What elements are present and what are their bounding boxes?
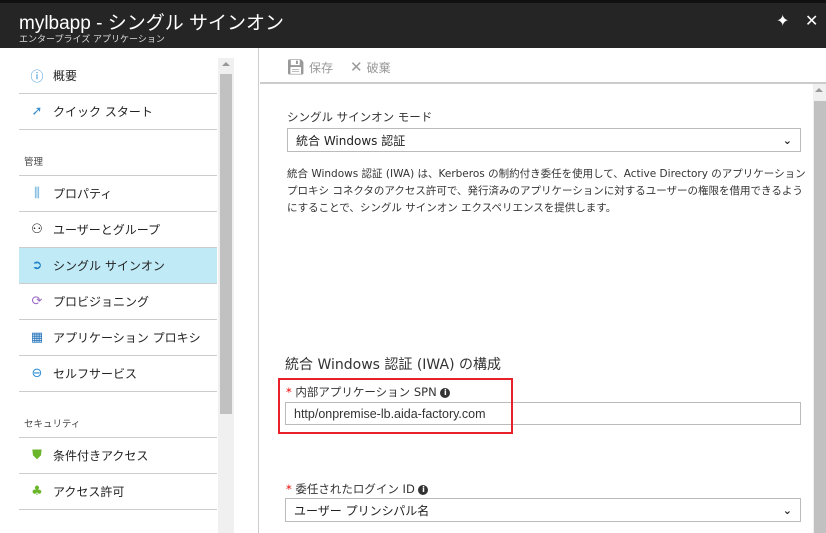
blade-title: mylbapp - シングル サインオン <box>19 13 284 34</box>
rocket-icon: ➚ <box>31 104 43 119</box>
sidebar-item-provisioning[interactable]: ⟳ プロビジョニング <box>19 284 217 320</box>
sidebar-item-quickstart[interactable]: ➚ クイック スタート <box>19 94 217 130</box>
sidebar-item-conditional-access[interactable]: ⛊ 条件付きアクセス <box>19 438 217 474</box>
sidebar-item-permissions[interactable]: ♣ アクセス許可 <box>19 474 217 510</box>
login-id-value: ユーザー プリンシパル名 <box>294 503 430 518</box>
sidebar-item-label: クイック スタート <box>53 105 153 119</box>
main-scrollbar[interactable] <box>813 84 826 533</box>
sidebar-item-self-service[interactable]: ⊖ セルフサービス <box>19 356 217 392</box>
users-icon: ⚇ <box>31 222 43 237</box>
save-label: 保存 <box>309 60 334 75</box>
group-heading-security: セキュリティ <box>24 419 81 430</box>
chevron-down-icon: ⌄ <box>782 133 792 147</box>
permissions-icon: ♣ <box>31 484 43 499</box>
sidebar-item-label: シングル サインオン <box>53 259 165 273</box>
discard-label: 破棄 <box>366 60 391 75</box>
sso-mode-value: 統合 Windows 認証 <box>296 133 406 148</box>
close-icon[interactable]: ✕ <box>805 11 818 30</box>
chevron-down-icon: ⌄ <box>782 503 792 517</box>
discard-icon: ✕ <box>350 58 363 76</box>
shield-icon: ⛊ <box>32 448 42 463</box>
sso-icon: ➲ <box>31 258 43 273</box>
highlight-box <box>278 378 513 434</box>
pin-icon[interactable]: ✦ <box>776 11 789 30</box>
sidebar-item-overview[interactable]: ⓘ 概要 <box>19 58 217 94</box>
sidebar-item-label: プロビジョニング <box>53 295 150 309</box>
sidebar-item-label: 概要 <box>53 69 78 83</box>
sidebar-item-label: 条件付きアクセス <box>53 449 149 463</box>
info-icon: ⓘ <box>30 70 44 85</box>
info-icon[interactable]: i <box>418 484 429 495</box>
login-id-label-text: 委任されたログイン ID <box>295 482 415 496</box>
sidebar-item-label: プロパティ <box>53 187 113 201</box>
properties-icon: ⫼ <box>34 186 40 201</box>
sso-mode-label: シングル サインオン モード <box>287 110 433 124</box>
login-id-label: * 委任されたログイン ID i <box>286 481 429 497</box>
sidebar-item-properties[interactable]: ⫼ プロパティ <box>19 176 217 212</box>
sidebar-item-sso[interactable]: ➲ シングル サインオン <box>19 248 217 284</box>
self-service-icon: ⊖ <box>31 366 43 381</box>
blade-header: mylbapp - シングル サインオン エンタープライズ アプリケーション ✦… <box>0 3 826 48</box>
sso-description: 統合 Windows 認証 (IWA) は、Kerberos の制約付き委任を使… <box>287 168 806 214</box>
toolbar: 💾︎ 保存 ✕ 破棄 <box>260 48 826 84</box>
scroll-up-arrow[interactable] <box>222 62 230 66</box>
provisioning-icon: ⟳ <box>31 294 43 309</box>
sidebar-scrollbar[interactable] <box>218 58 234 533</box>
save-button[interactable]: 💾︎ 保存 <box>286 58 333 76</box>
sidebar-item-users-groups[interactable]: ⚇ ユーザーとグループ <box>19 212 217 248</box>
scrollbar-thumb[interactable] <box>220 74 232 414</box>
sidebar-item-app-proxy[interactable]: ▦ アプリケーション プロキシ <box>19 320 217 356</box>
scrollbar-thumb[interactable] <box>814 101 826 533</box>
section-title: 統合 Windows 認証 (IWA) の構成 <box>285 357 502 373</box>
sidebar-item-label: ユーザーとグループ <box>53 223 161 237</box>
sidebar-item-label: アプリケーション プロキシ <box>53 331 201 345</box>
login-id-select[interactable]: ユーザー プリンシパル名 ⌄ <box>285 498 801 522</box>
scroll-up-arrow[interactable] <box>815 88 823 92</box>
sidebar-item-label: アクセス許可 <box>53 485 125 499</box>
app-proxy-icon: ▦ <box>30 330 44 345</box>
discard-button[interactable]: ✕ 破棄 <box>350 58 391 76</box>
save-icon: 💾︎ <box>286 58 306 76</box>
sso-mode-select[interactable]: 統合 Windows 認証 ⌄ <box>287 128 801 152</box>
required-mark: * <box>286 482 292 496</box>
group-heading-manage: 管理 <box>24 157 44 168</box>
blade-subtitle: エンタープライズ アプリケーション <box>19 35 165 45</box>
sidebar-item-label: セルフサービス <box>53 367 138 381</box>
